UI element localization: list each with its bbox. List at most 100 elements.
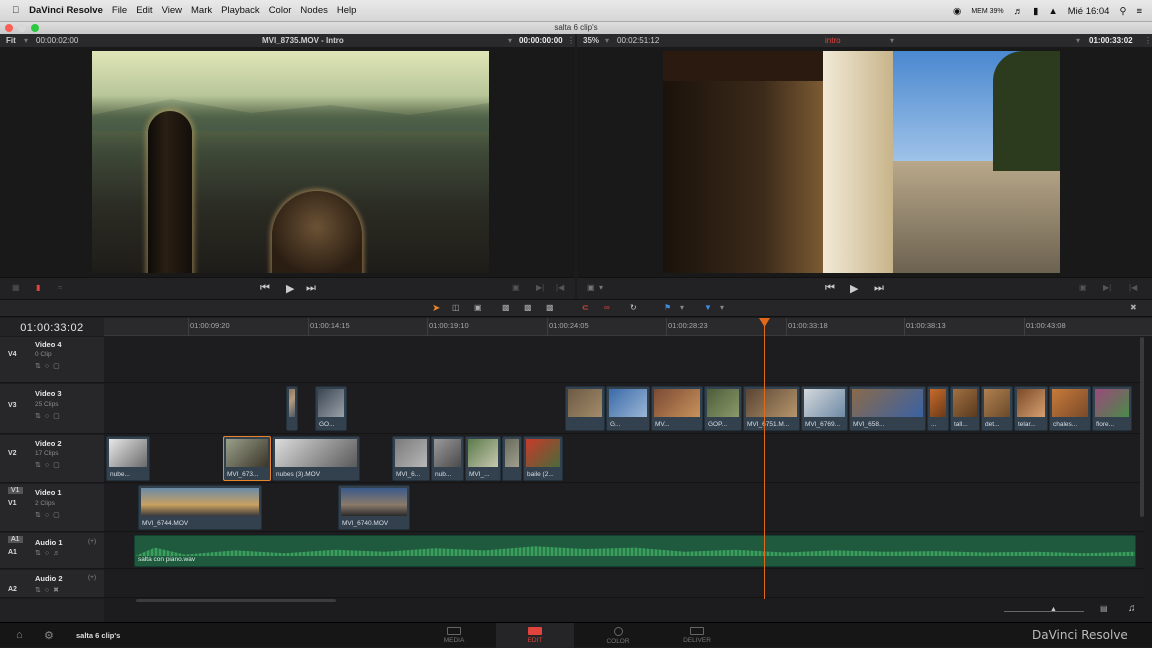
- grid-icon[interactable]: ▦: [12, 283, 20, 292]
- clip[interactable]: baile (2...: [523, 436, 563, 481]
- clip[interactable]: [565, 386, 605, 431]
- more-icon[interactable]: ⋮: [567, 34, 575, 47]
- clip[interactable]: [502, 436, 522, 481]
- clip[interactable]: telar...: [1014, 386, 1048, 431]
- apple-icon[interactable]: : [12, 5, 19, 16]
- film-icon[interactable]: ▮: [36, 283, 40, 292]
- clip[interactable]: nube...: [106, 436, 150, 481]
- clip[interactable]: G...: [606, 386, 650, 431]
- timeline-name-select[interactable]: intro: [825, 34, 841, 47]
- match-frame-icon[interactable]: ▣: [512, 283, 520, 292]
- battery-icon[interactable]: ▮: [1033, 6, 1038, 17]
- clip[interactable]: MVI_658...: [849, 386, 926, 431]
- blade-tool-icon[interactable]: ▣: [474, 303, 486, 314]
- timeline-viewer[interactable]: [577, 47, 1152, 277]
- lane-a2[interactable]: [104, 570, 1144, 598]
- clip[interactable]: MVI_6744.MOV: [138, 485, 262, 530]
- chevron-down-icon[interactable]: ▾: [720, 303, 732, 314]
- menu-color[interactable]: Color: [269, 5, 292, 16]
- track-header-v2[interactable]: V2 Video 2 17 Clips ⇅○▢: [0, 435, 104, 483]
- chevron-down-icon[interactable]: ▾: [24, 34, 28, 47]
- link-icon[interactable]: ∞: [604, 303, 616, 314]
- clip[interactable]: GOP...: [704, 386, 742, 431]
- clip[interactable]: MVI_6751.M...: [743, 386, 800, 431]
- track-controls-icon[interactable]: ⇅○▢: [35, 362, 64, 370]
- menu-app-name[interactable]: DaVinci Resolve: [29, 5, 103, 16]
- track-dest-tag[interactable]: A1: [8, 536, 23, 543]
- chevron-down-icon[interactable]: ▾: [599, 283, 603, 292]
- clip[interactable]: nubes (3).MOV: [272, 436, 360, 481]
- selection-tool-icon[interactable]: ➤: [432, 303, 444, 314]
- track-header-v4[interactable]: V4 Video 4 0 Clip ⇅○▢: [0, 337, 104, 383]
- page-tab-edit[interactable]: EDIT: [496, 623, 574, 648]
- close-window-button[interactable]: [5, 24, 13, 32]
- clip[interactable]: MVI_6...: [392, 436, 430, 481]
- track-controls-icon[interactable]: ⇅○▢: [35, 511, 64, 519]
- timeline-view-icon[interactable]: ▤: [1100, 604, 1108, 613]
- chevron-down-icon[interactable]: ▾: [605, 34, 609, 47]
- mem-indicator[interactable]: MEM 39%: [971, 8, 1003, 15]
- spotlight-icon[interactable]: ⚲: [1119, 6, 1126, 17]
- track-channel[interactable]: (+): [88, 574, 96, 581]
- zoom-window-button[interactable]: [31, 24, 39, 32]
- mark-in-icon[interactable]: ▶|: [536, 283, 544, 292]
- clip[interactable]: MVI_...: [465, 436, 501, 481]
- gear-icon[interactable]: ⚙: [44, 629, 54, 642]
- play-icon[interactable]: ▶: [850, 282, 858, 295]
- track-header-a2[interactable]: A2 Audio 2 (+) ⇅○✖: [0, 570, 104, 598]
- horizontal-scrollbar[interactable]: [136, 599, 336, 602]
- trim-tool-icon[interactable]: ◫: [452, 303, 464, 314]
- eject-icon[interactable]: ▲: [1048, 6, 1057, 17]
- clip[interactable]: ...: [927, 386, 949, 431]
- timeline-zoom[interactable]: 35%: [583, 34, 599, 47]
- clip[interactable]: MV...: [651, 386, 703, 431]
- clip[interactable]: GO...: [315, 386, 347, 431]
- vertical-scrollbar[interactable]: [1140, 337, 1144, 517]
- match-frame-icon[interactable]: ▣: [1079, 283, 1087, 292]
- marker-icon[interactable]: ▼: [704, 303, 716, 314]
- mark-out-icon[interactable]: |◀: [1129, 283, 1137, 292]
- list-icon[interactable]: ≡: [1136, 6, 1142, 17]
- flag-icon[interactable]: ⚑: [664, 303, 676, 314]
- clip[interactable]: flore...: [1092, 386, 1132, 431]
- clip[interactable]: MVI_6740.MOV: [338, 485, 410, 530]
- status-icon[interactable]: ◉: [953, 6, 961, 17]
- chevron-down-icon[interactable]: ▾: [680, 303, 692, 314]
- audio-clip[interactable]: salta con piano.wav: [134, 535, 1136, 567]
- menu-playback[interactable]: Playback: [221, 5, 260, 16]
- zoom-slider-handle[interactable]: ▲: [1050, 606, 1057, 613]
- monitor-icon[interactable]: ▣: [587, 283, 595, 292]
- clip[interactable]: nub...: [431, 436, 464, 481]
- waveform-icon[interactable]: ≈: [58, 283, 62, 292]
- clock[interactable]: Mié 16:04: [1068, 6, 1110, 17]
- clip[interactable]: MVI_6769...: [801, 386, 848, 431]
- clip[interactable]: tall...: [950, 386, 980, 431]
- menu-file[interactable]: File: [112, 5, 127, 16]
- clip[interactable]: MVI_673...: [223, 436, 271, 481]
- clip[interactable]: chales...: [1049, 386, 1091, 431]
- chevron-down-icon[interactable]: ▾: [1076, 34, 1080, 47]
- source-zoom[interactable]: Fit: [6, 34, 16, 47]
- page-tab-color[interactable]: COLOR: [579, 623, 657, 648]
- track-controls-icon[interactable]: ⇅○▢: [35, 412, 64, 420]
- track-dest-tag[interactable]: V1: [8, 487, 23, 494]
- prev-frame-icon[interactable]: ⏮: [260, 282, 270, 295]
- mark-in-icon[interactable]: ▶|: [1103, 283, 1111, 292]
- timeline-ruler[interactable]: 01:00:09:20 01:00:14:15 01:00:19:10 01:0…: [104, 318, 1152, 336]
- menu-help[interactable]: Help: [337, 5, 357, 16]
- track-controls-icon[interactable]: ⇅○✖: [35, 586, 63, 594]
- track-header-v1[interactable]: V1 V1 Video 1 2 Clips ⇅○▢: [0, 484, 104, 532]
- minimize-window-button[interactable]: [18, 24, 26, 32]
- more-icon[interactable]: ⋮: [1144, 34, 1152, 47]
- clip[interactable]: [286, 386, 298, 431]
- page-tab-media[interactable]: MEDIA: [415, 623, 493, 648]
- overwrite-clip-icon[interactable]: ▩: [524, 303, 536, 314]
- playhead[interactable]: [764, 319, 765, 599]
- loop-icon[interactable]: ↻: [630, 303, 642, 314]
- track-controls-icon[interactable]: ⇅○▢: [35, 461, 64, 469]
- volume-icon[interactable]: ♬: [1014, 6, 1024, 17]
- clip[interactable]: det...: [981, 386, 1013, 431]
- snapping-icon[interactable]: ⊂: [582, 303, 594, 314]
- menu-view[interactable]: View: [162, 5, 182, 16]
- track-header-v3[interactable]: V3 Video 3 25 Clips ⇅○▢: [0, 384, 104, 434]
